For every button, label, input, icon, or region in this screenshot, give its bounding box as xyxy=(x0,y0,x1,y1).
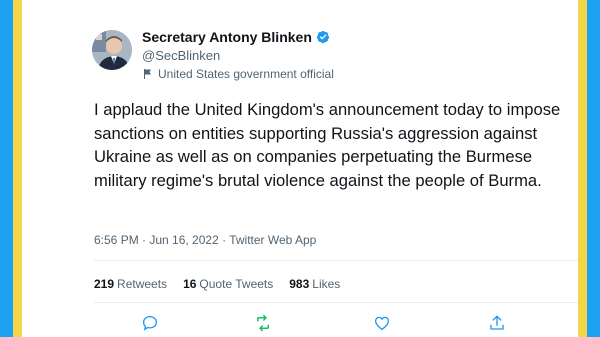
author-name-row[interactable]: Secretary Antony Blinken xyxy=(142,29,330,45)
tweet-actions xyxy=(94,312,578,336)
divider-top xyxy=(94,260,578,261)
government-label[interactable]: United States government official xyxy=(142,67,334,81)
quote-tweets-label: Quote Tweets xyxy=(199,277,274,291)
retweet-icon xyxy=(257,314,269,332)
retweets-stat[interactable]: 219 Retweets xyxy=(94,277,167,291)
likes-count: 983 xyxy=(289,277,310,291)
avatar[interactable] xyxy=(92,30,132,70)
quote-tweets-count: 16 xyxy=(183,277,197,291)
reply-icon xyxy=(142,315,158,331)
retweet-button[interactable] xyxy=(252,312,274,334)
tweet-timestamp[interactable]: 6:56 PM · Jun 16, 2022 · Twitter Web App xyxy=(94,233,316,247)
divider-bottom xyxy=(94,302,578,303)
government-label-text: United States government official xyxy=(158,67,334,81)
author-handle[interactable]: @SecBlinken xyxy=(142,48,220,63)
quote-tweets-stat[interactable]: 16 Quote Tweets xyxy=(183,277,273,291)
author-display-name[interactable]: Secretary Antony Blinken xyxy=(142,29,312,45)
tweet-card: Secretary Antony Blinken @SecBlinken Uni… xyxy=(22,0,578,337)
like-button[interactable] xyxy=(371,312,393,334)
tweet-text: I applaud the United Kingdom's announcem… xyxy=(94,100,561,190)
retweets-label: Retweets xyxy=(117,277,168,291)
tweet-stats: 219 Retweets 16 Quote Tweets 983 Likes xyxy=(94,277,356,291)
likes-label: Likes xyxy=(312,277,341,291)
retweets-count: 219 xyxy=(94,277,115,291)
share-icon xyxy=(490,315,504,330)
share-button[interactable] xyxy=(486,312,508,334)
verified-badge-icon xyxy=(316,30,329,44)
likes-stat[interactable]: 983 Likes xyxy=(289,277,340,291)
reply-button[interactable] xyxy=(139,312,161,334)
like-icon xyxy=(374,316,390,331)
flag-icon xyxy=(144,69,151,79)
